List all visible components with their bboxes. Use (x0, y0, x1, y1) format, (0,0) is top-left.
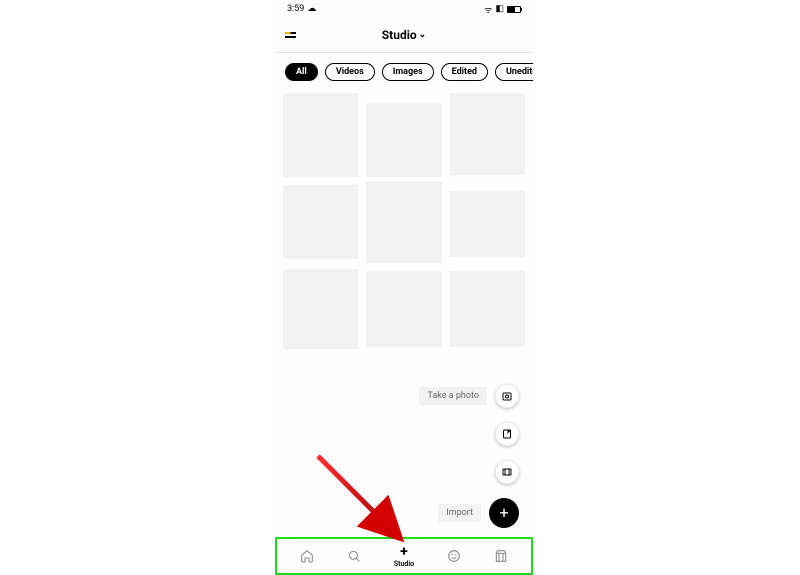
statusbar-time: 3:59 (287, 4, 304, 14)
header-title-button[interactable]: Studio ⌄ (382, 28, 426, 42)
film-icon (495, 460, 519, 484)
statusbar: 3:59 ☁ ᯤ ◧ (275, 0, 533, 18)
filter-chip-videos[interactable]: Videos (325, 63, 375, 81)
media-tile[interactable] (366, 103, 441, 177)
tab-store[interactable] (493, 548, 509, 564)
bottom-tab-bar: + Studio (275, 537, 533, 575)
tab-search[interactable] (346, 548, 362, 564)
action-note[interactable] (495, 422, 519, 446)
media-tile[interactable] (366, 181, 441, 263)
tab-label: Studio (394, 560, 414, 568)
tab-home[interactable] (299, 548, 315, 564)
media-tile[interactable] (450, 191, 525, 257)
filter-chip-unedited[interactable]: Unedited (495, 63, 533, 81)
plus-icon: + (489, 498, 519, 528)
media-tile[interactable] (283, 93, 358, 177)
plus-icon: + (400, 545, 408, 559)
action-label: Take a photo (419, 387, 487, 405)
tab-studio[interactable]: + Studio (394, 545, 414, 568)
tab-feed[interactable] (446, 548, 462, 564)
filter-chip-images[interactable]: Images (382, 63, 434, 81)
signal-icon: ◧ (495, 4, 504, 14)
media-tile[interactable] (450, 93, 525, 175)
action-film[interactable] (495, 460, 519, 484)
note-icon (495, 422, 519, 446)
media-tile[interactable] (366, 271, 441, 347)
menu-icon[interactable] (285, 32, 296, 38)
action-label: Import (438, 504, 481, 522)
media-tile[interactable] (283, 185, 358, 259)
cloud-icon: ☁ (307, 4, 316, 14)
media-tile[interactable] (450, 271, 525, 347)
media-tile[interactable] (283, 269, 358, 349)
camera-icon (495, 384, 519, 408)
app-header: Studio ⌄ (275, 18, 533, 52)
fab-column: Take a photo Import + (419, 384, 519, 528)
action-import[interactable]: Import + (438, 498, 519, 528)
battery-icon (507, 6, 521, 13)
filter-chip-edited[interactable]: Edited (441, 63, 488, 81)
header-title-text: Studio (382, 28, 417, 42)
chevron-down-icon: ⌄ (419, 30, 427, 40)
media-grid (275, 89, 533, 349)
wifi-icon: ᯤ (484, 3, 492, 16)
action-take-photo[interactable]: Take a photo (419, 384, 519, 408)
filter-bar: All Videos Images Edited Unedited P (275, 53, 533, 89)
filter-chip-all[interactable]: All (285, 63, 318, 81)
phone-frame: 3:59 ☁ ᯤ ◧ Studio ⌄ All Videos Images Ed… (275, 0, 533, 575)
